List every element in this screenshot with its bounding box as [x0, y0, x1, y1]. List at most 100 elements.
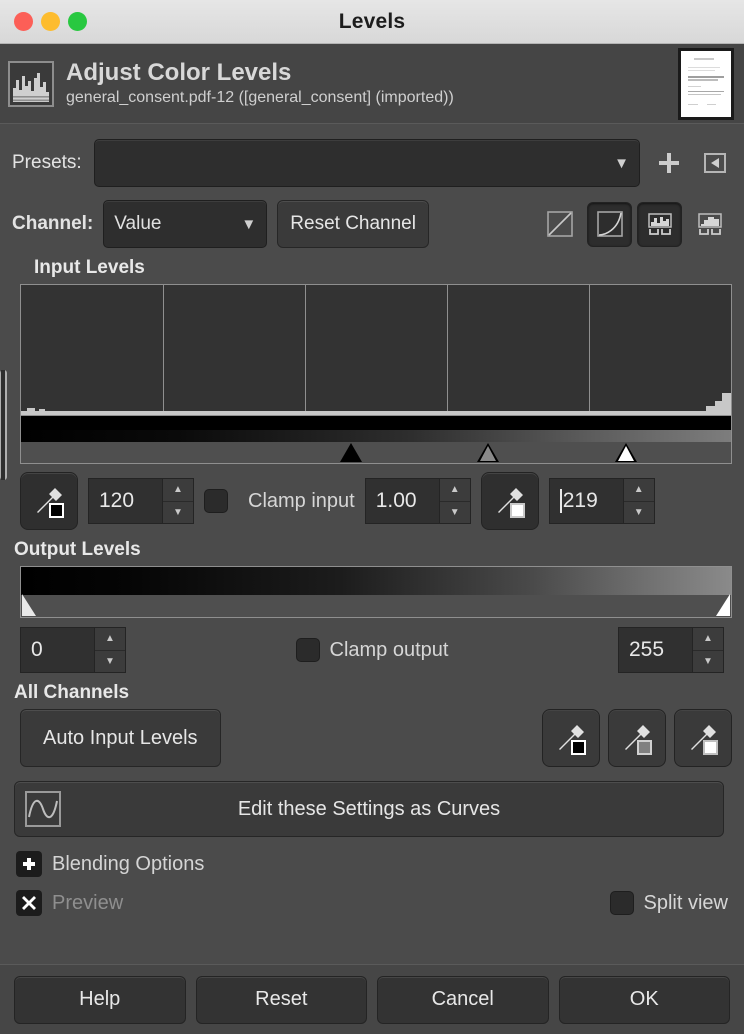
output-high-stepper[interactable]: ▲ ▼	[692, 627, 724, 673]
channel-label: Channel:	[12, 213, 94, 234]
chevron-down-icon: ▼	[241, 215, 257, 233]
stepper-up-icon[interactable]: ▲	[623, 479, 654, 502]
channel-row: Channel: Value ▼ Reset Channel	[12, 200, 732, 248]
stepper-up-icon[interactable]: ▲	[439, 479, 470, 502]
stepper-up-icon[interactable]: ▲	[163, 479, 193, 502]
linear-histogram-icon[interactable]	[637, 201, 682, 247]
output-low-spinner[interactable]: 0 ▲ ▼	[20, 627, 126, 673]
input-low-stepper[interactable]: ▲ ▼	[162, 478, 194, 524]
input-levels-title: Input Levels	[34, 257, 145, 278]
output-high-spinner[interactable]: 255 ▲ ▼	[618, 627, 724, 673]
split-view-group: Split view	[609, 891, 732, 915]
preview-label: Preview	[52, 891, 124, 914]
stepper-down-icon[interactable]: ▼	[440, 502, 470, 524]
channel-dropdown[interactable]: Value ▼	[103, 200, 268, 248]
input-levels-histogram-area	[20, 284, 732, 464]
pick-black-point-icon[interactable]	[20, 472, 78, 530]
chevron-down-icon: ▼	[614, 154, 629, 172]
input-high-value[interactable]: 219	[548, 478, 623, 524]
header-subtitle: general_consent.pdf-12 ([general_consent…	[66, 88, 454, 106]
input-gamma-stepper[interactable]: ▲ ▼	[438, 478, 471, 524]
stepper-down-icon[interactable]: ▼	[95, 651, 125, 673]
presets-dropdown[interactable]: ▼	[93, 139, 640, 187]
preset-menu-icon[interactable]	[698, 146, 732, 180]
expander-plus-icon[interactable]	[16, 851, 42, 877]
input-levels-controls: 120 ▲ ▼ Clamp input 1.00 ▲ ▼ 219 ▲ ▼	[12, 472, 732, 530]
input-low-spinner[interactable]: 120 ▲ ▼	[88, 478, 194, 524]
stepper-down-icon[interactable]: ▼	[163, 502, 193, 524]
window-titlebar: Levels	[0, 0, 744, 44]
help-button[interactable]: Help	[14, 975, 186, 1024]
reset-button[interactable]: Reset	[195, 975, 367, 1024]
split-view-checkbox[interactable]	[609, 891, 634, 915]
input-gamma-value[interactable]: 1.00	[364, 478, 439, 524]
split-view-label: Split view	[643, 891, 728, 914]
stepper-down-icon[interactable]: ▼	[693, 651, 723, 673]
input-high-stepper[interactable]: ▲ ▼	[622, 478, 655, 524]
all-channels-title: All Channels	[14, 682, 130, 703]
output-low-stepper[interactable]: ▲ ▼	[94, 627, 126, 673]
preview-row: Preview Split view	[12, 890, 732, 916]
input-levels-slider[interactable]	[20, 416, 732, 464]
all-channels-pickers	[542, 709, 732, 767]
input-high-spinner[interactable]: 219 ▲ ▼	[548, 478, 655, 524]
clamp-output-label: Clamp output	[329, 638, 449, 661]
channel-value: Value	[114, 213, 162, 234]
clamp-input-checkbox[interactable]	[204, 489, 228, 513]
preview-checkbox[interactable]	[16, 890, 42, 916]
logarithmic-curve-icon[interactable]	[587, 201, 632, 247]
pick-white-point-all-icon[interactable]	[674, 709, 732, 767]
input-slider-black-band	[21, 416, 731, 430]
output-levels-controls: 0 ▲ ▼ Clamp output 255 ▲ ▼	[12, 627, 732, 673]
logarithmic-histogram-icon[interactable]	[687, 202, 732, 247]
auto-input-levels-button[interactable]: Auto Input Levels	[20, 709, 221, 767]
document-thumbnail	[678, 47, 734, 120]
pick-white-point-icon[interactable]	[480, 472, 539, 530]
all-channels-row: Auto Input Levels	[12, 709, 732, 767]
black-point-marker[interactable]	[340, 443, 363, 462]
presets-row: Presets: ▼	[12, 139, 732, 187]
text-cursor	[559, 489, 562, 513]
stepper-up-icon[interactable]: ▲	[95, 628, 125, 651]
left-scrollbar[interactable]	[0, 370, 7, 480]
blending-options-label: Blending Options	[52, 852, 205, 875]
white-point-marker[interactable]	[614, 443, 637, 462]
clamp-input-label: Clamp input	[248, 489, 355, 512]
output-low-marker[interactable]	[22, 594, 36, 616]
input-slider-gradient	[21, 430, 731, 442]
input-gamma-spinner[interactable]: 1.00 ▲ ▼	[364, 478, 471, 524]
ok-button[interactable]: OK	[558, 975, 730, 1024]
dialog-body: Presets: ▼ Channel: Value ▼ Reset Channe…	[0, 125, 744, 1034]
output-high-value[interactable]: 255	[618, 627, 692, 673]
histogram-bars	[21, 411, 731, 415]
output-low-value[interactable]: 0	[20, 627, 94, 673]
dialog-header: Adjust Color Levels general_consent.pdf-…	[0, 44, 744, 124]
pick-black-point-all-icon[interactable]	[542, 709, 600, 767]
presets-label: Presets:	[12, 152, 82, 173]
histogram-plot[interactable]	[20, 284, 732, 416]
edit-as-curves-label: Edit these Settings as Curves	[237, 797, 501, 820]
histogram-icon	[8, 60, 54, 107]
input-low-value[interactable]: 120	[88, 478, 162, 524]
blending-options-row[interactable]: Blending Options	[12, 851, 732, 877]
dialog-footer: Help Reset Cancel OK	[0, 964, 744, 1034]
output-high-marker[interactable]	[716, 594, 730, 616]
gray-point-marker[interactable]	[477, 443, 500, 462]
clamp-output-checkbox[interactable]	[295, 638, 320, 662]
reset-channel-button[interactable]: Reset Channel	[277, 200, 429, 248]
window-title: Levels	[338, 9, 406, 33]
stepper-up-icon[interactable]: ▲	[693, 628, 723, 651]
stepper-down-icon[interactable]: ▼	[624, 502, 654, 524]
plus-icon[interactable]	[652, 146, 686, 180]
histogram-scale-toggles	[537, 201, 732, 247]
pick-gray-point-all-icon[interactable]	[608, 709, 666, 767]
curve-icon	[25, 791, 61, 827]
cancel-button[interactable]: Cancel	[377, 975, 549, 1024]
edit-as-curves-button[interactable]: Edit these Settings as Curves	[14, 781, 724, 837]
output-levels-slider[interactable]	[20, 566, 732, 618]
output-slider-gradient	[21, 567, 731, 595]
linear-curve-icon[interactable]	[537, 202, 582, 247]
page-title: Adjust Color Levels	[66, 59, 292, 87]
header-text-block: Adjust Color Levels general_consent.pdf-…	[66, 60, 666, 106]
output-levels-title: Output Levels	[14, 539, 141, 560]
